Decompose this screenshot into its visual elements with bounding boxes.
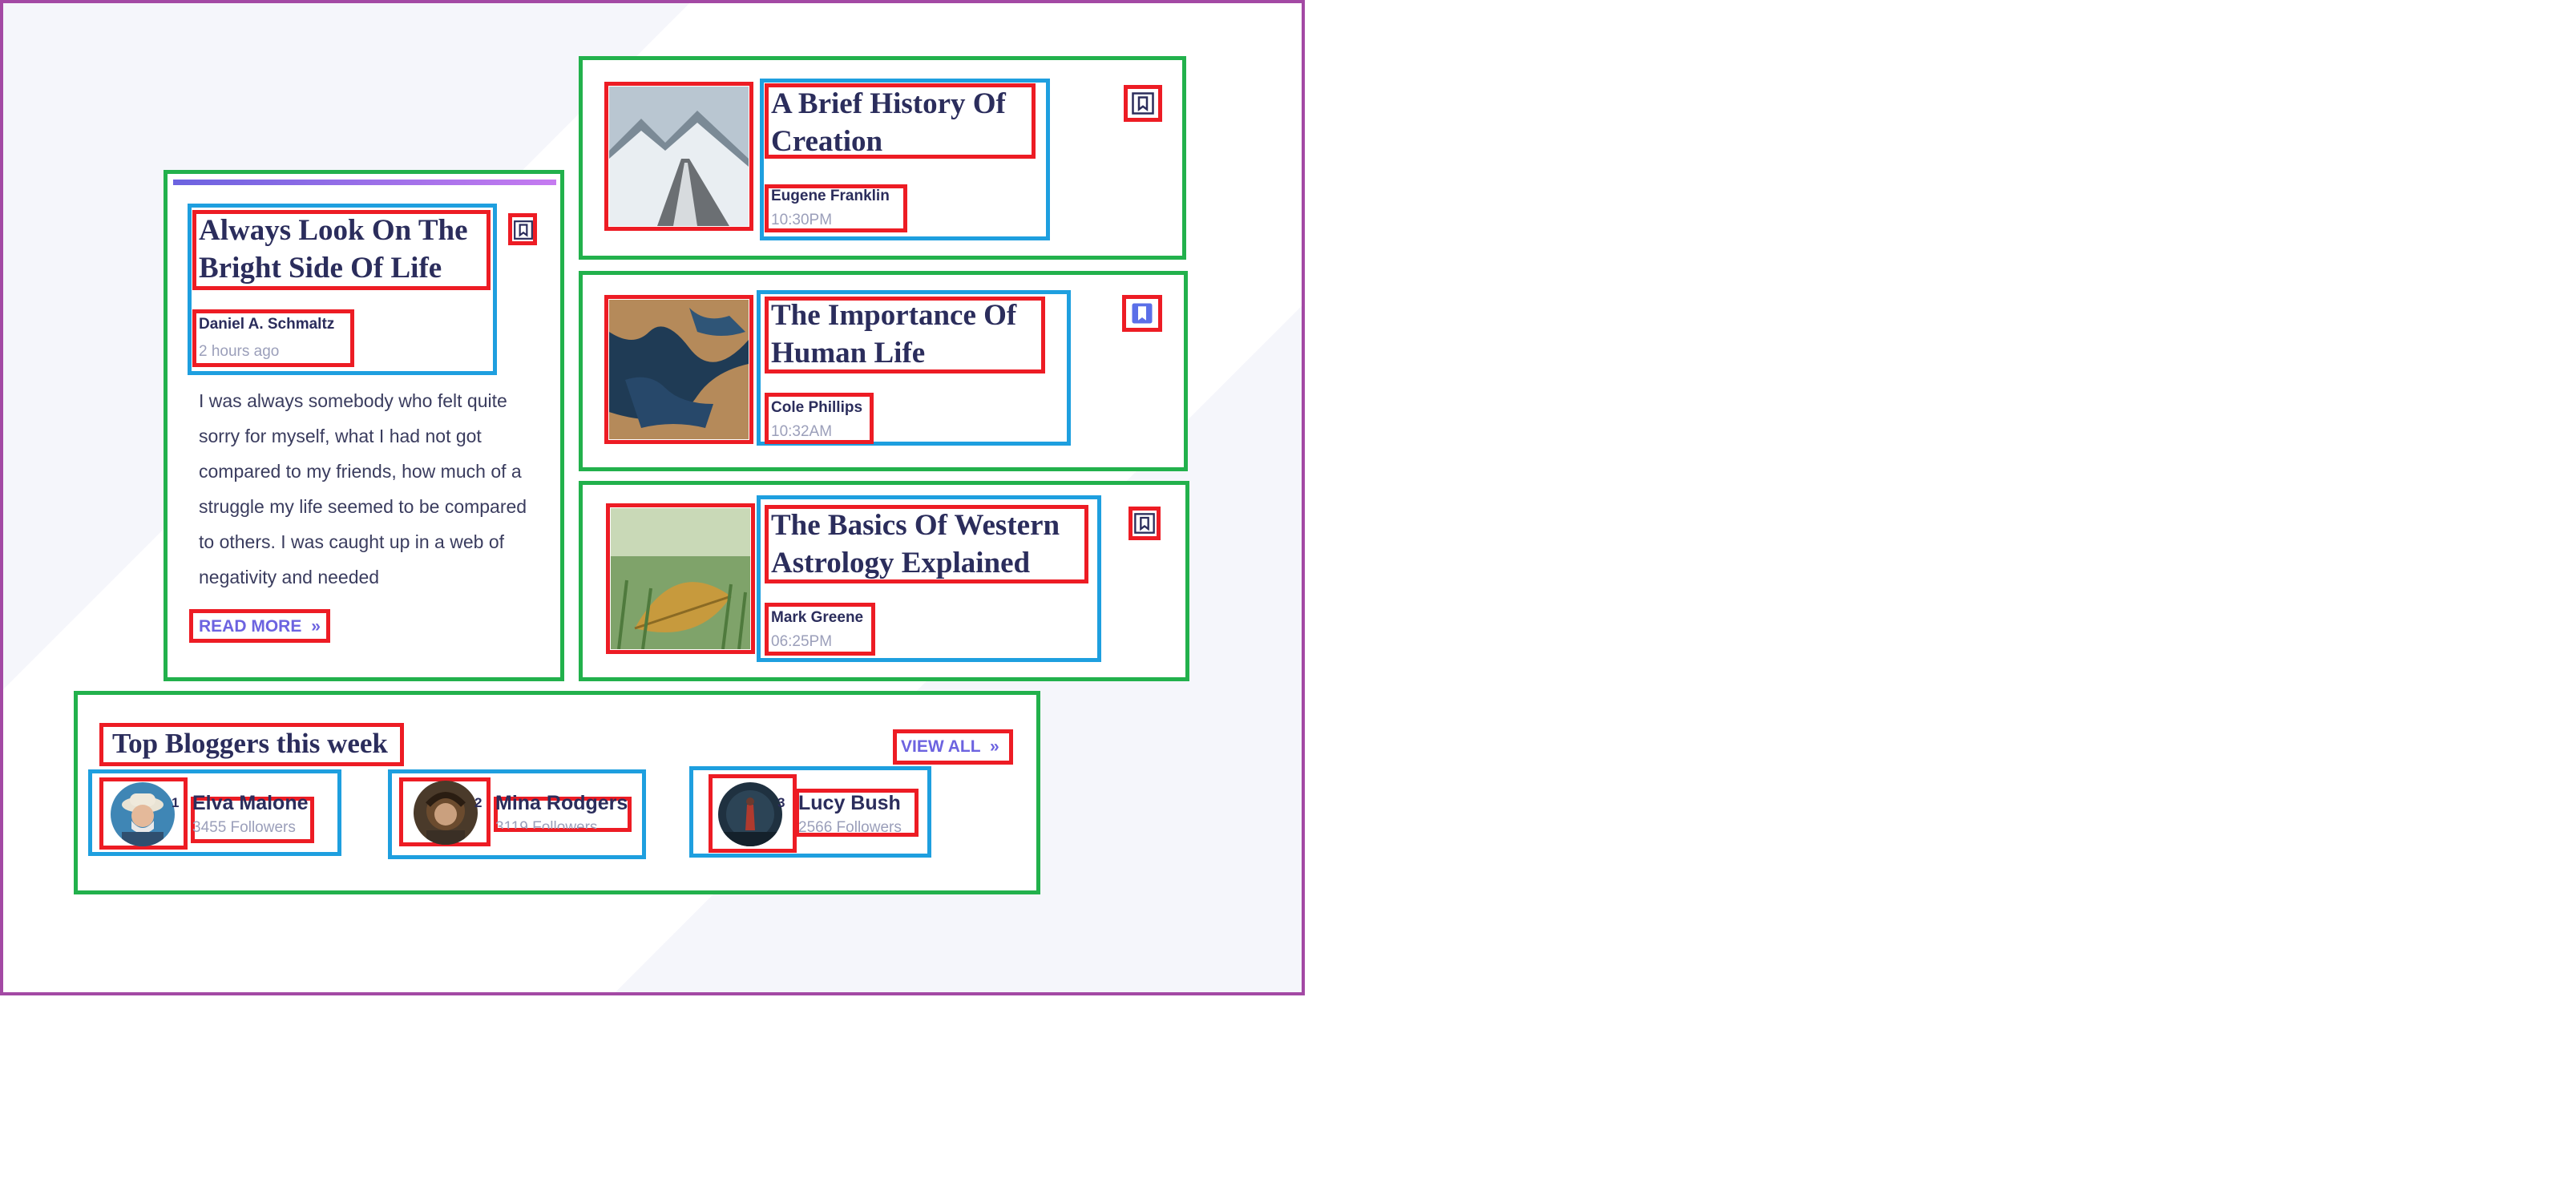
featured-excerpt: I was always somebody who felt quite sor… [199, 390, 527, 587]
read-more-link[interactable]: READ MORE » [199, 617, 321, 636]
avatar[interactable] [111, 782, 175, 846]
post-2-title[interactable]: The Importance Of Human Life [771, 297, 1044, 372]
post-3-author[interactable]: Mark Greene [771, 609, 863, 627]
blogger-3-name[interactable]: Lucy Bush [798, 792, 901, 815]
featured-time: 2 hours ago [199, 343, 280, 360]
double-chevron-right-icon: » [990, 737, 999, 756]
bookmark-filled-icon[interactable] [1130, 301, 1154, 325]
blogger-1-rank: 1 [172, 795, 180, 810]
featured-author[interactable]: Daniel A. Schmaltz [199, 316, 334, 333]
post-1-author[interactable]: Eugene Franklin [771, 188, 890, 205]
blogger-2-followers: 3119 Followers [495, 819, 598, 829]
post-2-image[interactable] [609, 300, 749, 439]
blogger-2-name[interactable]: Mina Rodgers [495, 792, 628, 815]
post-2-time: 10:32AM [771, 423, 833, 440]
post-1-image[interactable] [609, 87, 749, 226]
avatar[interactable] [414, 781, 478, 845]
read-more-label: READ MORE [199, 617, 302, 636]
bookmark-icon[interactable] [1130, 91, 1156, 115]
bookmark-icon[interactable] [513, 218, 534, 242]
blogger-1-name[interactable]: Elva Malone [192, 792, 309, 815]
avatar[interactable] [718, 782, 782, 846]
blogger-1-followers: 3455 Followers [192, 819, 296, 836]
post-3-title[interactable]: The Basics Of Western Astrology Explaine… [771, 507, 1088, 582]
post-1-title[interactable]: A Brief History Of Creation [771, 85, 1036, 160]
blogger-3-followers: 2566 Followers [798, 819, 902, 836]
featured-accent-bar [173, 180, 556, 185]
view-all-label: VIEW ALL [901, 737, 981, 756]
post-3-time: 06:25PM [771, 633, 833, 650]
post-1-time: 10:30PM [771, 212, 833, 228]
bookmark-icon[interactable] [1133, 511, 1156, 535]
post-3-image[interactable] [611, 508, 750, 649]
view-all-link[interactable]: VIEW ALL » [901, 737, 999, 757]
double-chevron-right-icon: » [311, 617, 321, 636]
featured-title[interactable]: Always Look On The Bright Side Of Life [199, 212, 495, 287]
blogger-3-rank: 3 [777, 795, 785, 810]
blogger-2-rank: 2 [474, 795, 482, 810]
bloggers-title: Top Bloggers this week [112, 728, 388, 759]
post-2-author[interactable]: Cole Phillips [771, 399, 862, 417]
blog-widget-frame: Always Look On The Bright Side Of Life D… [0, 0, 1305, 995]
